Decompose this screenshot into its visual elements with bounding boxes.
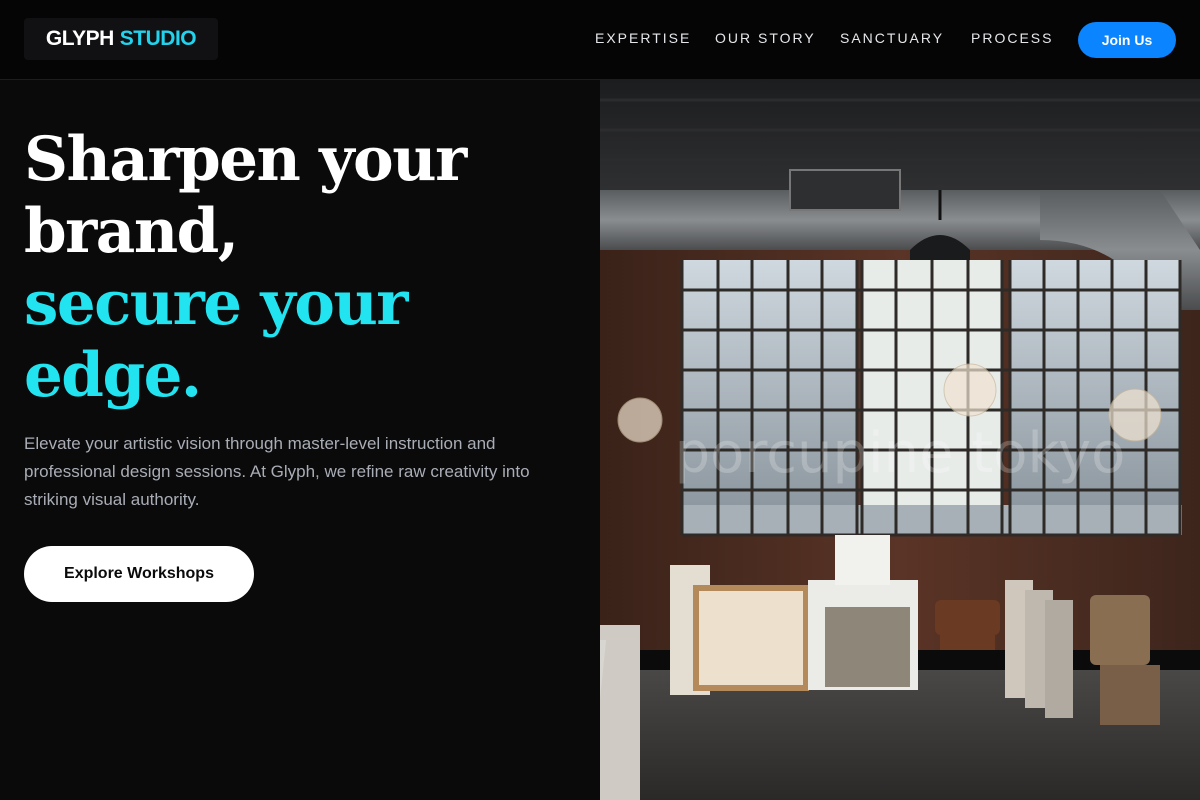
headline-accent-line-2: edge. [24, 340, 202, 411]
brand-logo[interactable]: GLYPH STUDIO [24, 18, 218, 60]
headline-line-1: Sharpen your [24, 124, 467, 195]
factory-windows [680, 260, 1182, 537]
nav-link-sanctuary[interactable]: SANCTUARY [840, 30, 944, 46]
image-watermark: porcupine tokyo [675, 421, 1126, 486]
nav-link-expertise[interactable]: EXPERTISE [595, 30, 691, 46]
studio-photo: porcupine tokyo [600, 80, 1200, 800]
nav-link-our-story[interactable]: OUR STORY [715, 30, 816, 46]
hero-subtitle: Elevate your artistic vision through mas… [24, 434, 530, 509]
headline-accent-line-1: secure your [24, 268, 408, 339]
site-header: GLYPH STUDIO EXPERTISE OUR STORY SANCTUA… [0, 0, 1200, 80]
brand-name-primary: GLYPH [45, 27, 114, 50]
explore-workshops-button[interactable]: Explore Workshops [24, 546, 254, 602]
nav-link-process[interactable]: PROCESS [971, 30, 1053, 46]
join-button[interactable]: Join Us [1078, 22, 1176, 58]
brand-name-accent: STUDIO [119, 27, 197, 50]
headline-line-2: brand, [24, 196, 239, 267]
hero-headline: Sharpen your brand, secure your edge. [24, 124, 467, 412]
